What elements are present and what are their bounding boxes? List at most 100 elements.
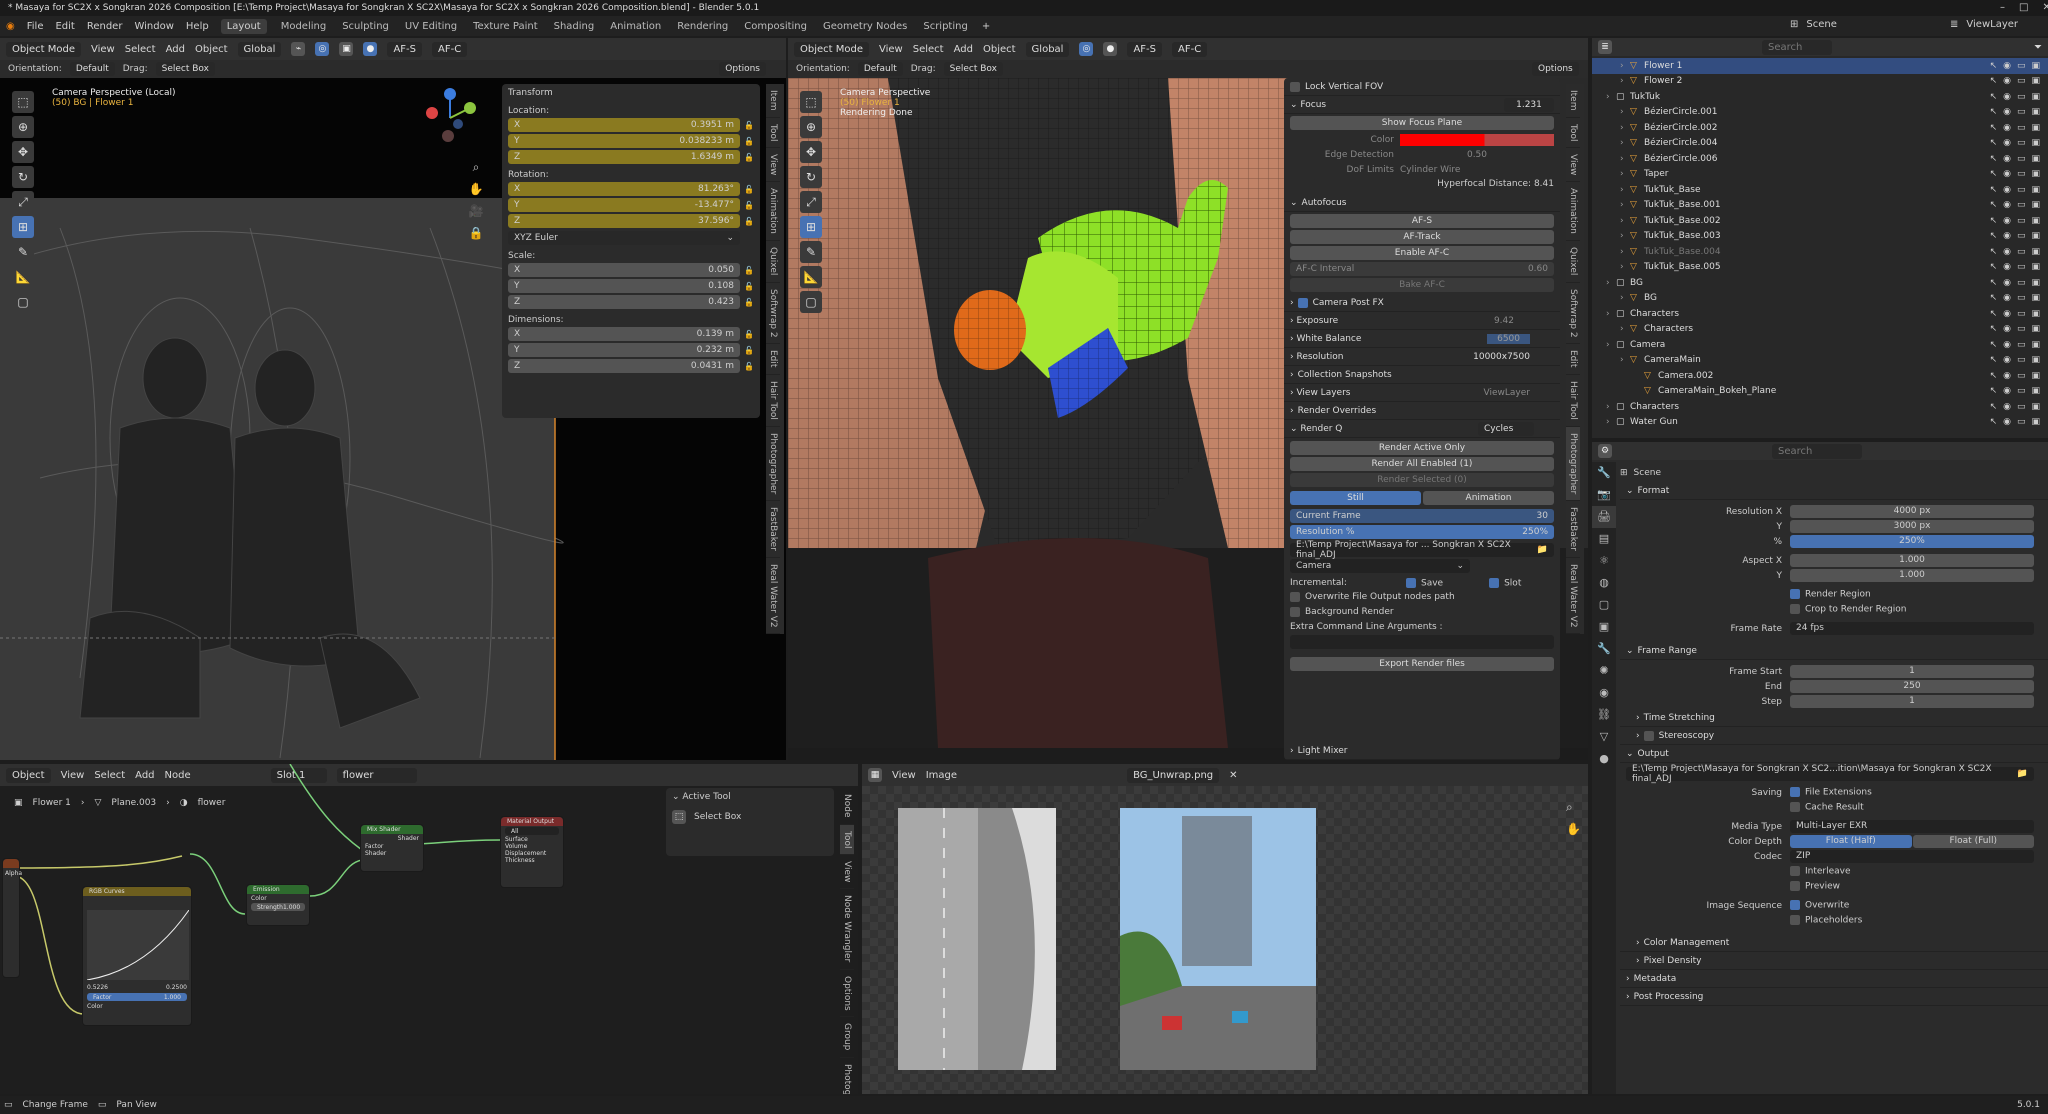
expand-icon[interactable]: › <box>1620 185 1630 195</box>
overwrite-checkbox[interactable]: Overwrite File Output nodes path <box>1290 590 1554 605</box>
expand-icon[interactable]: › <box>1620 154 1630 164</box>
material-output-node[interactable]: Material Output All Surface Volume Displ… <box>500 816 564 888</box>
outliner-row[interactable]: › ▽ Characters ↖ ◉ ▭ ▣ <box>1592 322 2048 338</box>
render-tab-icon[interactable]: 📷 <box>1592 484 1616 506</box>
expand-icon[interactable]: › <box>1606 417 1616 427</box>
shading-solid-icon[interactable]: ● <box>363 42 378 56</box>
select-icon[interactable]: ↖ <box>1990 185 1998 195</box>
blender-logo-icon[interactable]: ◉ <box>6 21 15 32</box>
eye-icon[interactable]: ◉ <box>2003 340 2011 350</box>
expand-icon[interactable]: › <box>1620 107 1630 117</box>
close-image-icon[interactable]: ✕ <box>1229 770 1237 781</box>
viewport-icon[interactable]: ▭ <box>2017 355 2026 365</box>
navigation-gizmo-icon[interactable] <box>420 88 480 148</box>
resolution-percent-field[interactable]: Resolution % 250% <box>1290 525 1554 539</box>
outliner-row[interactable]: › ▢ Characters ↖ ◉ ▭ ▣ <box>1592 306 2048 322</box>
workspace-tab-uv-editing[interactable]: UV Editing <box>403 19 459 34</box>
lock-icon[interactable]: 🔒 <box>466 222 486 244</box>
light-mixer-header[interactable]: › Light Mixer <box>1284 742 1560 760</box>
eye-icon[interactable]: ◉ <box>2003 386 2011 396</box>
codec-dropdown[interactable]: ZIP <box>1790 850 2034 863</box>
modifier-tab-icon[interactable]: 🔧 <box>1592 638 1616 660</box>
expand-icon[interactable]: › <box>1606 278 1616 288</box>
outliner-row[interactable]: › ▽ Taper ↖ ◉ ▭ ▣ <box>1592 167 2048 183</box>
outliner-item-name[interactable]: Camera.002 <box>1658 371 1713 381</box>
framerate-dropdown[interactable]: 24 fps <box>1790 622 2034 635</box>
viewport-icon[interactable]: ▭ <box>2017 76 2026 86</box>
select-icon[interactable]: ↖ <box>1990 386 1998 396</box>
post-processing-header[interactable]: › Post Processing <box>1620 988 2048 1006</box>
sidebar-tab-softwrap-2[interactable]: Softwrap 2 <box>1566 283 1580 345</box>
window-controls[interactable]: – □ ✕ <box>2000 2 2048 13</box>
expand-icon[interactable]: › <box>1620 231 1630 241</box>
menu-file[interactable]: File <box>27 21 44 32</box>
eye-icon[interactable]: ◉ <box>2003 402 2011 412</box>
render-icon[interactable]: ▣ <box>2031 107 2040 117</box>
outliner-row[interactable]: › ▢ TukTuk ↖ ◉ ▭ ▣ <box>1592 89 2048 105</box>
pan-icon-2[interactable]: ✋ <box>1566 818 1581 840</box>
output-header[interactable]: ⌄ Output <box>1620 745 2048 763</box>
render-icon[interactable]: ▣ <box>2031 185 2040 195</box>
eye-icon[interactable]: ◉ <box>2003 278 2011 288</box>
workspace-tab-texture-paint[interactable]: Texture Paint <box>471 19 540 34</box>
aspy-field[interactable]: 1.000 <box>1790 569 2034 582</box>
background-render-checkbox[interactable]: Background Render <box>1290 605 1554 620</box>
afc-interval-value[interactable]: 0.60 <box>1528 264 1548 274</box>
lock-icon[interactable]: 🔓 <box>744 362 754 371</box>
select-icon[interactable]: ↖ <box>1990 200 1998 210</box>
lock-icon[interactable]: 🔓 <box>744 346 754 355</box>
lock-icon[interactable]: 🔓 <box>744 217 754 226</box>
metadata-header[interactable]: › Metadata <box>1620 970 2048 988</box>
workspace-tab-compositing[interactable]: Compositing <box>742 19 809 34</box>
sidebar-tab-softwrap-2[interactable]: Softwrap 2 <box>766 283 780 345</box>
menu-help[interactable]: Help <box>186 21 209 32</box>
lock-icon[interactable]: 🔓 <box>744 121 754 130</box>
eye-icon[interactable]: ◉ <box>2003 309 2011 319</box>
bake-afc-button[interactable]: Bake AF-C <box>1290 278 1554 292</box>
outliner-item-name[interactable]: Flower 2 <box>1644 76 1682 86</box>
sidebar-tab-quixel[interactable]: Quixel <box>1566 241 1580 283</box>
render-icon[interactable]: ▣ <box>2031 355 2040 365</box>
overlay-icon-2[interactable]: ◎ <box>1079 42 1094 56</box>
eye-icon[interactable]: ◉ <box>2003 107 2011 117</box>
mode-dropdown-2[interactable]: Object Mode <box>794 41 869 57</box>
sidebar-tab-hair-tool[interactable]: Hair Tool <box>1566 375 1580 427</box>
workspace-tab-modeling[interactable]: Modeling <box>279 19 329 34</box>
eye-icon[interactable]: ◉ <box>2003 169 2011 179</box>
render-q-header[interactable]: ⌄ Render Q Cycles <box>1284 420 1560 438</box>
viewport-icon[interactable]: ▭ <box>2017 278 2026 288</box>
viewport-icon[interactable]: ▭ <box>2017 402 2026 412</box>
eye-icon[interactable]: ◉ <box>2003 61 2011 71</box>
viewport-icon[interactable]: ▭ <box>2017 324 2026 334</box>
measure-tool-icon[interactable]: 📐 <box>12 266 34 288</box>
viewport-icon[interactable]: ▭ <box>2017 154 2026 164</box>
sidebar-tab-edit[interactable]: Edit <box>766 344 780 375</box>
viewport-icon[interactable]: ▭ <box>2017 61 2026 71</box>
scale-y-field[interactable]: Y 0.108 <box>508 279 740 293</box>
select-tool-icon[interactable]: ⬚ <box>12 91 34 113</box>
add-cube-icon-2[interactable]: ▢ <box>800 291 822 313</box>
workspace-tab-layout[interactable]: Layout <box>220 18 267 34</box>
node-tab-tool[interactable]: Tool <box>840 824 854 855</box>
outliner-item-name[interactable]: BézierCircle.001 <box>1644 107 1718 117</box>
viewport-icon[interactable]: ▭ <box>2017 92 2026 102</box>
strength-field[interactable]: Strength 1.000 <box>251 903 305 911</box>
outliner-row[interactable]: › ▽ Flower 1 ↖ ◉ ▭ ▣ <box>1592 58 2048 74</box>
select-icon[interactable]: ↖ <box>1990 123 1998 133</box>
file-ext-checkbox[interactable]: File Extensions <box>1790 787 1872 798</box>
media-dropdown[interactable]: Multi-Layer EXR <box>1790 820 2034 833</box>
outliner[interactable]: ≣ Search ⏷ › ▽ Flower 1 ↖ ◉ ▭ ▣ › ▽ Flower 2 ↖ ◉ ▭ ▣ ›… <box>1592 38 2048 438</box>
sidebar-tab-fastbaker[interactable]: FastBaker <box>766 501 780 558</box>
eye-icon[interactable]: ◉ <box>2003 417 2011 427</box>
select-box-icon[interactable]: ⬚ <box>672 810 686 824</box>
target-dropdown[interactable]: All <box>505 827 559 835</box>
color-management-header[interactable]: › Color Management <box>1620 934 2048 952</box>
edge-value[interactable]: 0.50 <box>1400 150 1554 160</box>
select-icon[interactable]: ↖ <box>1990 216 1998 226</box>
lock-icon[interactable]: 🔓 <box>744 153 754 162</box>
aftrack-button[interactable]: AF-Track <box>1290 230 1554 244</box>
expand-icon[interactable]: › <box>1606 402 1616 412</box>
outliner-item-name[interactable]: TukTuk_Base <box>1644 185 1701 195</box>
outliner-item-name[interactable]: Characters <box>1630 402 1679 412</box>
data-tab-icon[interactable]: ▽ <box>1592 726 1616 748</box>
